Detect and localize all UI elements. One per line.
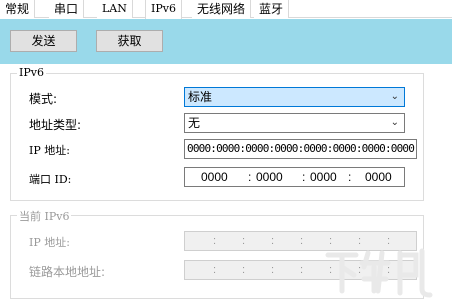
port-segment-1[interactable]: 0000 [201,168,228,186]
chevron-down-icon: ⌄ [390,117,399,128]
port-id-input[interactable]: 0000 : 0000 : 0000 : 0000 [184,167,405,187]
tab-ipv6[interactable]: IPv6 [145,0,182,19]
tab-bluetooth[interactable]: 蓝牙 [254,0,290,18]
address-type-label: 地址类型: [29,118,82,132]
tab-serial[interactable]: 串口 [49,0,85,18]
current-ip-label: IP 地址: [29,236,70,249]
address-type-select[interactable]: 无 ⌄ [184,113,405,133]
ipv6-group-title: IPv6 [17,66,46,79]
port-separator: : [248,170,252,184]
chevron-down-icon: ⌄ [390,91,399,102]
send-button[interactable]: 发送 [10,30,77,52]
port-segment-4[interactable]: 0000 [365,168,392,186]
address-type-value: 无 [188,116,201,130]
mode-label: 模式: [29,92,58,106]
port-separator: : [302,170,306,184]
current-ipv6-group-title: 当前 IPv6 [17,208,72,224]
link-local-label: 链路本地地址: [29,265,106,279]
port-segment-2[interactable]: 0000 [256,168,283,186]
port-separator: : [348,170,352,184]
port-id-label: 端口 ID: [29,173,72,186]
mode-value: 标准 [188,90,213,104]
ip-address-label: IP 地址: [29,144,70,157]
watermark-logo [325,248,433,298]
mode-select[interactable]: 标准 ⌄ [184,87,405,107]
ip-address-input[interactable]: 0000:0000:0000:0000:0000:0000:0000:0000 [184,139,417,159]
get-button[interactable]: 获取 [96,30,163,52]
tab-lan[interactable]: LAN [97,0,133,18]
tab-wireless[interactable]: 无线网络 [192,0,252,18]
port-segment-3[interactable]: 0000 [310,168,337,186]
tab-general[interactable]: 常规 [0,0,36,18]
tab-strip: 常规 串口 LAN IPv6 无线网络 蓝牙 [0,0,452,19]
